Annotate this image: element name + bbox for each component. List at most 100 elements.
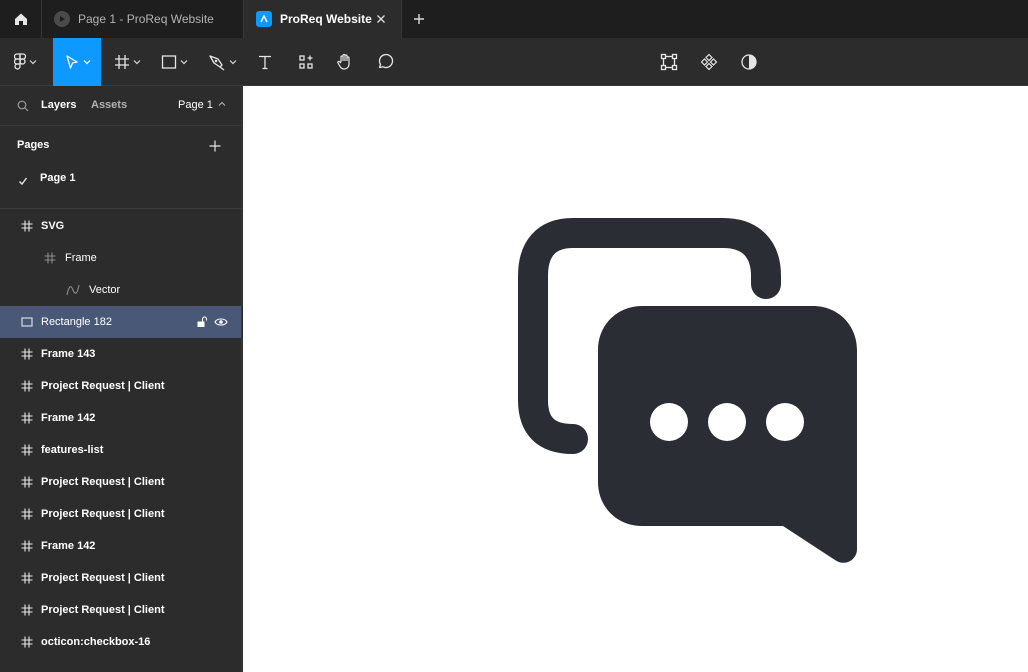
layer-row[interactable]: Project Request | Client — [0, 498, 241, 530]
chevron-down-icon — [83, 60, 90, 65]
page-selector[interactable]: Page 1 — [178, 99, 226, 111]
shape-tool-button[interactable] — [151, 38, 197, 86]
pen-tool-button[interactable] — [199, 38, 245, 86]
layer-label: Frame 143 — [41, 348, 96, 360]
comment-icon — [378, 53, 394, 69]
frame-icon — [20, 475, 34, 489]
layer-row[interactable]: features-list — [0, 434, 241, 466]
frame-icon — [20, 539, 34, 553]
tab-proreq-website[interactable]: ProReq Website — [244, 0, 402, 38]
transform-button[interactable] — [654, 38, 684, 86]
chat-bubbles-icon[interactable] — [243, 86, 1028, 672]
frame-icon — [20, 635, 34, 649]
layer-row[interactable]: Frame 142 — [0, 530, 241, 562]
eye-icon[interactable] — [214, 315, 228, 329]
pages-header: Pages — [0, 126, 241, 164]
unlock-icon[interactable] — [195, 315, 209, 329]
play-icon — [54, 11, 70, 27]
cursor-icon — [65, 55, 78, 69]
tab-label: ProReq Website — [280, 12, 372, 26]
frame-icon — [20, 603, 34, 617]
comment-tool-button[interactable] — [370, 38, 400, 86]
figma-logo-icon — [13, 53, 26, 70]
vector-icon — [66, 283, 80, 297]
plus-icon — [209, 140, 221, 152]
rectangle-icon — [20, 315, 34, 329]
layers-panel: Layers Assets Page 1 Pages Page 1 SVG Fr… — [0, 86, 242, 672]
layer-label: features-list — [41, 444, 104, 456]
components-button[interactable] — [694, 38, 724, 86]
layer-label: Frame 142 — [41, 412, 96, 424]
resources-icon — [299, 55, 313, 69]
tab-assets[interactable]: Assets — [91, 99, 127, 111]
resources-button[interactable] — [290, 38, 322, 86]
layer-label: Project Request | Client — [41, 476, 165, 488]
design-canvas[interactable] — [243, 86, 1028, 672]
hand-icon — [337, 53, 350, 70]
layer-row[interactable]: Frame 143 — [0, 338, 241, 370]
frame-icon — [20, 507, 34, 521]
contrast-button[interactable] — [734, 38, 764, 86]
frame-icon — [20, 443, 34, 457]
layer-row-selected[interactable]: Rectangle 182 — [0, 306, 241, 338]
layer-row[interactable]: Vector — [0, 274, 241, 306]
layer-row[interactable]: SVG — [0, 210, 241, 242]
layer-row[interactable]: Project Request | Client — [0, 370, 241, 402]
frame-icon — [20, 219, 34, 233]
chevron-down-icon — [180, 60, 187, 65]
chevron-up-icon — [218, 101, 226, 106]
layer-label: Project Request | Client — [41, 572, 165, 584]
layer-label: Frame 142 — [41, 540, 96, 552]
layer-label: Rectangle 182 — [41, 316, 112, 328]
toolbar — [0, 38, 1028, 86]
main-menu-button[interactable] — [0, 38, 50, 86]
layer-label: Project Request | Client — [41, 380, 165, 392]
layer-row[interactable]: octicon:checkbox-16 — [0, 626, 241, 658]
pen-icon — [208, 55, 224, 71]
layer-label: Project Request | Client — [41, 508, 165, 520]
check-icon — [18, 173, 28, 191]
page-label: Page 1 — [40, 172, 76, 184]
layer-row[interactable]: Frame — [0, 242, 241, 274]
panel-tabs: Layers Assets Page 1 — [0, 86, 241, 126]
layer-row[interactable]: Project Request | Client — [0, 466, 241, 498]
layer-row[interactable]: Project Request | Client — [0, 594, 241, 626]
new-tab-button[interactable] — [402, 0, 436, 38]
frame-tool-button[interactable] — [105, 38, 149, 86]
pages-title: Pages — [17, 139, 50, 151]
layer-row[interactable]: Frame 142 — [0, 402, 241, 434]
text-icon — [259, 55, 271, 70]
design-file-icon — [256, 11, 272, 27]
transform-icon — [660, 53, 678, 71]
layer-label: Project Request | Client — [41, 604, 165, 616]
frame-icon — [114, 55, 129, 69]
frame-icon — [20, 379, 34, 393]
frame-icon — [20, 571, 34, 585]
page-item[interactable]: Page 1 — [0, 164, 241, 209]
layer-row[interactable]: Project Request | Client — [0, 562, 241, 594]
contrast-icon — [741, 54, 757, 70]
plus-icon — [414, 14, 424, 24]
frame-icon — [20, 347, 34, 361]
layer-label: SVG — [41, 220, 65, 232]
frame-icon — [43, 251, 57, 265]
chevron-down-icon — [133, 60, 140, 65]
home-button[interactable] — [0, 0, 42, 38]
text-tool-button[interactable] — [250, 38, 280, 86]
search-icon[interactable] — [17, 99, 29, 117]
add-page-button[interactable] — [209, 139, 221, 157]
frame-icon — [20, 411, 34, 425]
hand-tool-button[interactable] — [330, 38, 360, 86]
home-icon — [14, 13, 27, 25]
layer-label: octicon:checkbox-16 — [41, 636, 151, 648]
layer-label: Vector — [89, 284, 121, 296]
tab-label: Page 1 - ProReq Website — [78, 12, 214, 26]
close-icon[interactable] — [373, 11, 389, 27]
chevron-down-icon — [29, 60, 36, 65]
tab-page-1[interactable]: Page 1 - ProReq Website — [42, 0, 244, 38]
tab-layers[interactable]: Layers — [41, 99, 76, 111]
move-tool-button[interactable] — [53, 38, 101, 86]
layer-label: Frame — [65, 252, 97, 264]
tab-bar: Page 1 - ProReq Website ProReq Website — [0, 0, 1028, 38]
chevron-down-icon — [229, 60, 236, 65]
